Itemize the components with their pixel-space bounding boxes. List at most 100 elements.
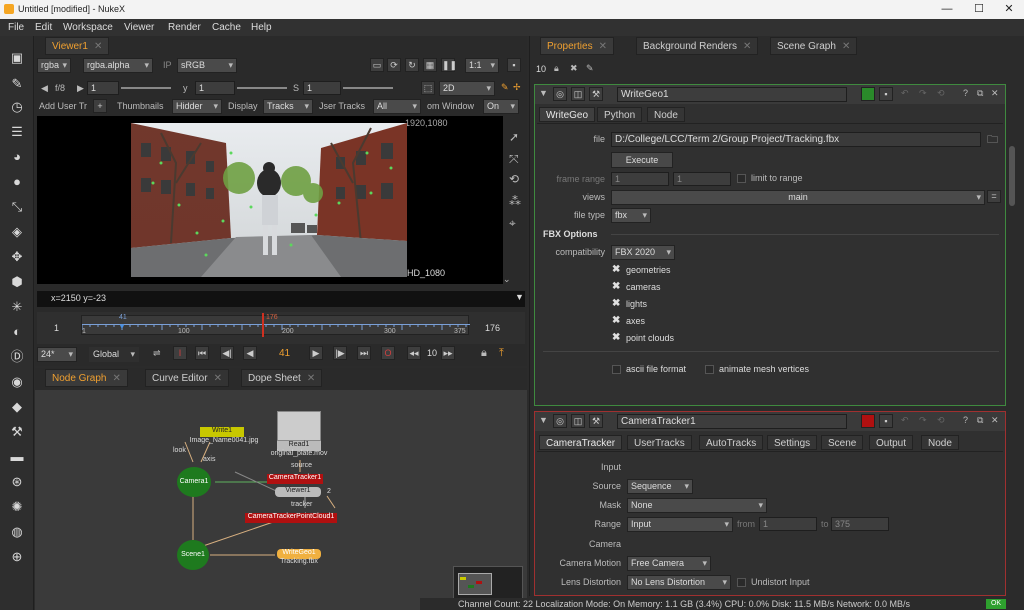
timeline-bar[interactable]: 41 ▼ 176 1 100 200 300 375: [81, 313, 470, 337]
tracker-float-icon[interactable]: ◫: [571, 414, 585, 428]
prev-icon[interactable]: ◀: [41, 83, 48, 94]
node-settings-icon[interactable]: ⚒: [589, 87, 603, 101]
saturation-field[interactable]: 1: [303, 81, 341, 95]
channel-icon[interactable]: ☰: [9, 124, 25, 140]
cameras-checkbox[interactable]: ✖: [612, 281, 620, 292]
revert-icon[interactable]: ⟲: [937, 88, 945, 99]
mask-dropdown[interactable]: None: [627, 498, 767, 513]
cara-icon[interactable]: ✺: [9, 499, 25, 515]
lock-panel-icon[interactable]: 🔒︎: [554, 63, 559, 74]
in-marker-icon[interactable]: ▼: [118, 322, 126, 331]
help-icon[interactable]: ?: [963, 88, 968, 98]
timeline[interactable]: 1 41 ▼ 176 1 100 200 300 375 176: [37, 312, 525, 344]
tracker-color-icon[interactable]: [861, 414, 875, 428]
next-icon[interactable]: ▶: [77, 83, 84, 94]
redo-icon[interactable]: ↷: [919, 88, 927, 99]
step-back-button[interactable]: ◂◂: [407, 346, 421, 360]
frame-range-start[interactable]: 1: [611, 172, 669, 186]
tab-usertracks[interactable]: UserTracks: [627, 435, 692, 450]
draw-icon[interactable]: ✎: [9, 76, 25, 92]
tab-scene[interactable]: Scene: [821, 435, 864, 450]
step-value[interactable]: 10: [427, 348, 437, 358]
colorspace-dropdown[interactable]: sRGB: [177, 58, 237, 73]
display-dropdown[interactable]: Tracks: [263, 99, 313, 114]
from-field[interactable]: 1: [759, 517, 817, 531]
menu-workspace[interactable]: Workspace: [63, 22, 113, 33]
collapse-writegeo-icon[interactable]: ▼: [539, 88, 548, 98]
tab-node[interactable]: Node: [647, 107, 685, 122]
loop-icon[interactable]: ⇌: [153, 348, 161, 359]
file-type-dropdown[interactable]: fbx: [611, 208, 651, 223]
menu-viewer[interactable]: Viewer: [124, 22, 154, 33]
play-forward-button[interactable]: ▶: [309, 346, 323, 360]
node-scene1[interactable]: Scene1: [177, 540, 209, 570]
translate-icon[interactable]: ⤧: [509, 152, 519, 167]
tab-viewer1[interactable]: Viewer1 ✕: [45, 37, 110, 55]
color-icon[interactable]: ◕: [9, 149, 25, 165]
close-button[interactable]: ✕: [994, 2, 1024, 17]
node-cameratracker1[interactable]: CameraTracker1: [267, 474, 323, 484]
tracker-color2-icon[interactable]: ▪: [879, 414, 893, 428]
limit-to-range-checkbox[interactable]: [737, 174, 746, 183]
rotate-icon[interactable]: ⟲: [509, 172, 519, 186]
views-icon[interactable]: Ⓓ: [9, 349, 25, 365]
views-dropdown[interactable]: main: [611, 190, 985, 205]
geometries-checkbox[interactable]: ✖: [612, 264, 620, 275]
transform-icon[interactable]: ✥: [9, 249, 25, 265]
out-point-button[interactable]: O: [381, 346, 395, 360]
time-icon[interactable]: ◷: [9, 99, 25, 115]
ip-label[interactable]: IP: [163, 60, 172, 70]
tracker-help-icon[interactable]: ?: [963, 415, 968, 425]
close-node-icon[interactable]: ✕: [991, 88, 999, 99]
last-frame-button[interactable]: ⏭: [357, 346, 371, 360]
gamma-slider[interactable]: [237, 87, 287, 89]
menu-file[interactable]: File: [8, 22, 24, 33]
tab-dope-sheet[interactable]: Dope Sheet ✕: [241, 369, 323, 387]
views-equals-button[interactable]: =: [987, 190, 1001, 203]
tracker-center-icon[interactable]: ◎: [553, 414, 567, 428]
camera-motion-dropdown[interactable]: Free Camera: [627, 556, 711, 571]
to-field[interactable]: 375: [831, 517, 889, 531]
tab-python[interactable]: Python: [597, 107, 643, 122]
maximize-button[interactable]: ☐: [964, 2, 994, 17]
lights-checkbox[interactable]: ✖: [612, 298, 620, 309]
properties-scrollbar[interactable]: [1009, 146, 1015, 206]
snap-icon[interactable]: ⌖: [509, 216, 516, 231]
tracker-redo-icon[interactable]: ↷: [919, 415, 927, 426]
tracker-undo-icon[interactable]: ↶: [901, 415, 909, 426]
ascii-checkbox[interactable]: [612, 365, 621, 374]
tab-output[interactable]: Output: [869, 435, 914, 450]
node-color-icon[interactable]: [861, 87, 875, 101]
node-camera1[interactable]: Camera1: [177, 467, 211, 497]
float-panel-icon[interactable]: ✎: [586, 63, 594, 74]
furnace-icon[interactable]: ▬: [9, 449, 25, 465]
tab-cameratracker[interactable]: CameraTracker: [539, 435, 623, 450]
point-clouds-checkbox[interactable]: ✖: [612, 332, 620, 343]
user-tracks-dropdown[interactable]: All: [373, 99, 421, 114]
node-canvas[interactable]: Write1 Image_Name0041.jpg Read1 original…: [35, 390, 527, 610]
tracker-name-field[interactable]: CameraTracker1: [617, 414, 847, 429]
particles-icon[interactable]: ✳: [9, 299, 25, 315]
node-write1[interactable]: Write1: [200, 427, 244, 437]
pause-icon[interactable]: ❚❚: [441, 58, 457, 72]
tab-node-graph[interactable]: Node Graph ✕: [45, 369, 128, 387]
pen-icon[interactable]: ✎: [501, 82, 509, 93]
clear-panel-icon[interactable]: ✖: [570, 63, 578, 74]
node-cameratrackerpointcloud1[interactable]: CameraTrackerPointCloud1: [245, 513, 337, 523]
zoom-window-dropdown[interactable]: On: [483, 99, 519, 114]
roi-box-icon[interactable]: ⬚: [421, 81, 435, 95]
filter-icon[interactable]: ●: [9, 174, 25, 190]
first-frame-button[interactable]: ⏮: [195, 346, 209, 360]
fps-dropdown[interactable]: 24*: [37, 347, 77, 362]
source-dropdown[interactable]: Sequence: [627, 479, 693, 494]
lock-icon[interactable]: 🔒︎: [481, 347, 487, 360]
3d-icon[interactable]: ⬢: [9, 274, 25, 290]
menu-edit[interactable]: Edit: [35, 22, 52, 33]
tab-properties[interactable]: Properties ✕: [540, 37, 614, 55]
node-color2-icon[interactable]: ▪: [879, 87, 893, 101]
tab-writegeo[interactable]: WriteGeo: [539, 107, 596, 122]
axes-checkbox[interactable]: ✖: [612, 315, 620, 326]
menu-render[interactable]: Render: [168, 22, 201, 33]
timeline-start[interactable]: 1: [54, 323, 59, 333]
undistort-checkbox[interactable]: [737, 578, 746, 587]
